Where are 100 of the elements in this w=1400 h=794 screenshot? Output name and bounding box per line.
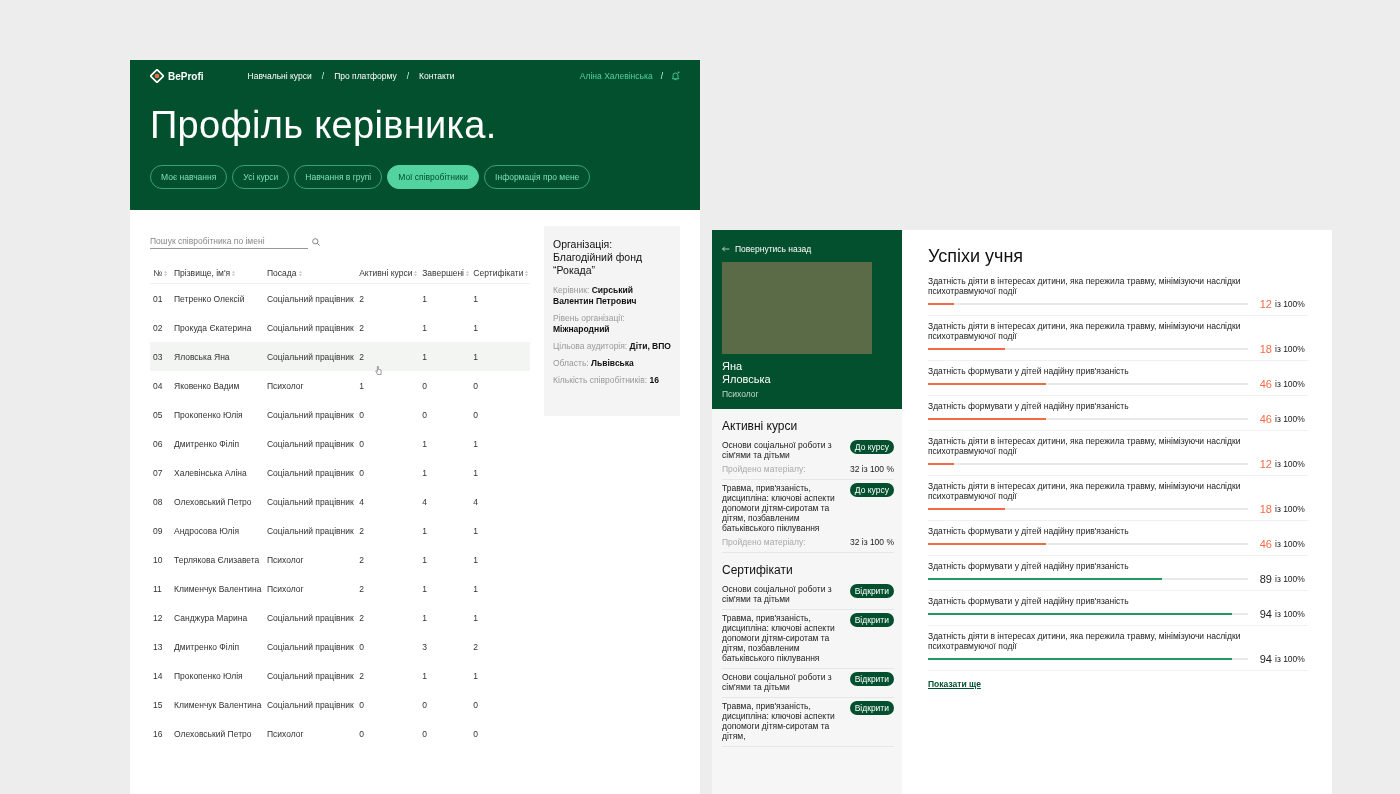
score-value: 46 xyxy=(1258,378,1272,390)
table-cell: Соціальний працівник xyxy=(267,641,354,652)
employee-row[interactable]: 07 Халевінська Аліна Соціальний працівник 0 1 1 xyxy=(150,458,530,487)
organization-detail: Область: Львівська xyxy=(553,358,635,369)
table-cell: Терлякова Єлизавета xyxy=(174,554,260,565)
nav-link[interactable]: Про платформу xyxy=(334,71,397,81)
sort-icon[interactable] xyxy=(164,271,168,277)
score-value: 12 xyxy=(1258,298,1272,310)
sort-icon[interactable] xyxy=(414,271,418,277)
employee-row[interactable]: 11 Клименчук Валентина Психолог 2 1 1 xyxy=(150,574,530,603)
column-header[interactable]: Прізвище, ім'я xyxy=(174,268,231,278)
table-cell: 1 xyxy=(473,554,479,565)
certificate-name: Травма, прив'язаність, дисципліна: ключові аспекти допомоги дітям-сиротам та дітям, xyxy=(722,701,836,741)
section-title: Активні курси xyxy=(722,419,799,433)
employee-row[interactable]: 15 Клименчук Валентина Соціальний працівник 0 0 0 xyxy=(150,690,530,719)
sort-icon[interactable] xyxy=(298,271,302,277)
show-more-link[interactable]: Показати ще xyxy=(928,679,981,689)
open-certificate-button[interactable]: Відкрити xyxy=(849,701,894,715)
table-cell: Прокопенко Юлія xyxy=(174,670,243,681)
sort-icon[interactable] xyxy=(232,271,236,277)
employee-row[interactable]: 01 Петренко Олексій Соціальний працівник 2 1 1 xyxy=(150,283,530,313)
skill-name: Здатність діяти в інтересах дитини, яка пережила травму, мінімізуючи наслідки психотравмуючої події xyxy=(928,481,1242,501)
table-cell: 0 xyxy=(359,728,364,739)
column-header[interactable]: Завершені xyxy=(422,268,464,278)
user-name-link[interactable]: Аліна Халевінська xyxy=(579,71,653,81)
table-cell: 2 xyxy=(359,554,364,565)
table-cell: 2 xyxy=(359,293,364,304)
employee-row[interactable]: 16 Олеховський Петро Психолог 0 0 0 xyxy=(150,719,530,748)
table-cell: 2 xyxy=(359,322,364,333)
employee-row[interactable]: 13 Дмитренко Філіп Соціальний працівник 0 3 2 xyxy=(150,632,530,661)
column-header[interactable]: Активні курси xyxy=(359,268,413,278)
open-course-button[interactable]: До курсу xyxy=(849,483,894,497)
table-cell: 1 xyxy=(359,380,364,391)
table-cell: 2 xyxy=(359,525,364,536)
employee-row[interactable]: 04 Яковенко Вадим Психолог 1 0 0 xyxy=(150,371,530,400)
table-cell: Психолог xyxy=(267,380,304,391)
nav-link[interactable]: Навчальні курси xyxy=(247,71,312,81)
table-cell: Соціальний працівник xyxy=(267,293,354,304)
search-icon[interactable] xyxy=(312,237,320,246)
nav-separator: / xyxy=(660,71,663,81)
skill-name: Здатність формувати у дітей надійну прив'язаність xyxy=(928,561,1130,571)
score-value: 46 xyxy=(1258,413,1272,425)
employee-row[interactable]: 10 Терлякова Єлизавета Психолог 2 1 1 xyxy=(150,545,530,574)
table-cell: 0 xyxy=(473,699,479,710)
table-cell: 1 xyxy=(422,583,427,594)
nav-link[interactable]: Контакти xyxy=(419,71,455,81)
open-certificate-button[interactable]: Відкрити xyxy=(849,672,894,686)
sort-icon[interactable] xyxy=(466,271,469,277)
table-cell: Андросова Юлія xyxy=(174,525,240,536)
column-header[interactable]: Сертифікати xyxy=(473,268,524,278)
column-header[interactable]: № xyxy=(153,268,163,278)
certificate-name: Основи соціальної роботи з сім'ями та дітьми xyxy=(722,672,833,692)
progress-value: 32 із 100 % xyxy=(849,464,894,474)
sort-icon[interactable] xyxy=(525,271,529,277)
employee-row[interactable]: 06 Дмитренко Філіп Соціальний працівник 0 1 1 xyxy=(150,429,530,458)
employee-row[interactable]: 03 Яловська Яна Соціальний працівник 2 1 1 xyxy=(150,342,530,371)
score-max: із 100% xyxy=(1275,609,1305,619)
table-cell: Психолог xyxy=(267,583,304,594)
score-max: із 100% xyxy=(1275,504,1305,514)
table-cell: 10 xyxy=(153,554,163,565)
arrow-left-icon xyxy=(722,246,730,252)
table-cell: Соціальний працівник xyxy=(267,322,354,333)
table-cell: 1 xyxy=(422,293,427,304)
profile-tab[interactable]: Мої співробітники xyxy=(387,165,480,189)
score-max: із 100% xyxy=(1275,379,1305,389)
table-cell: 0 xyxy=(359,409,364,420)
course-name: Травма, прив'язаність, дисципліна: ключові аспекти допомоги дітям-сиротам та дітям, позбавленим батьківського піклування xyxy=(722,483,836,533)
employee-row[interactable]: 02 Прокуда Єкатерина Соціальний працівник 2 1 1 xyxy=(150,313,530,342)
score-max: із 100% xyxy=(1275,414,1305,424)
progress-value: 32 із 100 % xyxy=(849,537,894,547)
student-role: Психолог xyxy=(722,389,760,399)
table-cell: 1 xyxy=(473,670,479,681)
section-title: Сертифікати xyxy=(722,563,794,577)
table-cell: Яловська Яна xyxy=(174,351,230,362)
progress-label: Пройдено матеріалу: xyxy=(722,537,806,547)
table-cell: 1 xyxy=(422,438,427,449)
employee-row[interactable]: 08 Олеховський Петро Соціальний працівник 4 4 4 xyxy=(150,487,530,516)
open-course-button[interactable]: До курсу xyxy=(849,440,894,454)
notification-bell-icon[interactable] xyxy=(671,71,680,81)
table-cell: Дмитренко Філіп xyxy=(174,438,240,449)
search-field[interactable]: Пошук співробітника по імені xyxy=(150,234,308,249)
employee-row[interactable]: 09 Андросова Юлія Соціальний працівник 2 1 1 xyxy=(150,516,530,545)
employee-row[interactable]: 12 Санджура Марина Соціальний працівник 2 1 1 xyxy=(150,603,530,632)
table-cell: 2 xyxy=(359,670,364,681)
back-link[interactable]: Повернутись назад xyxy=(722,244,892,254)
open-certificate-button[interactable]: Відкрити xyxy=(849,613,894,627)
logo-text[interactable]: BeProfi xyxy=(168,70,204,82)
score-max: із 100% xyxy=(1275,344,1305,354)
employee-row[interactable]: 05 Прокопенко Юлія Соціальний працівник 0 0 0 xyxy=(150,400,530,429)
table-cell: 0 xyxy=(359,438,364,449)
skill-name: Здатність формувати у дітей надійну прив'язаність xyxy=(928,596,1130,606)
employee-row[interactable]: 14 Прокопенко Юлія Соціальний працівник 2 1 1 xyxy=(150,661,530,690)
table-cell: 02 xyxy=(153,322,163,333)
table-cell: 1 xyxy=(422,351,427,362)
table-cell: Соціальний працівник xyxy=(267,699,354,710)
table-cell: 0 xyxy=(359,699,364,710)
column-header[interactable]: Посада xyxy=(267,268,297,278)
open-certificate-button[interactable]: Відкрити xyxy=(849,584,894,598)
table-cell: 2 xyxy=(359,583,364,594)
score-value: 89 xyxy=(1258,573,1272,585)
